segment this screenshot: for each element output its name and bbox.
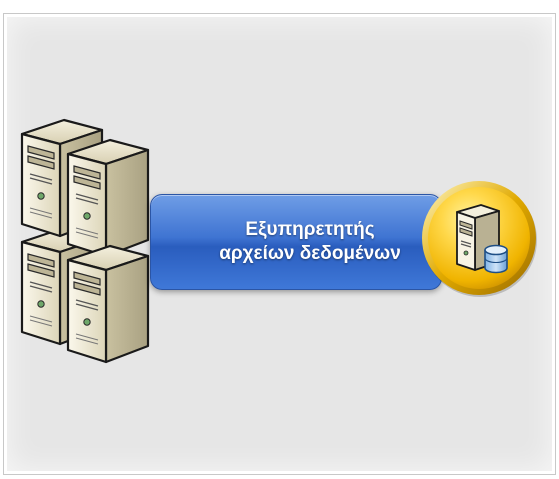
banner-line-2: αρχείων δεδομένων (219, 243, 401, 264)
banner-label: Εξυπηρετητής αρχείων δεδομένων (200, 218, 420, 266)
banner-line-1: Εξυπηρετητής (245, 219, 375, 240)
data-file-server-banner: Εξυπηρετητής αρχείων δεδομένων (150, 194, 442, 290)
database-server-icon (419, 178, 541, 300)
server-cluster-icon (20, 118, 165, 366)
